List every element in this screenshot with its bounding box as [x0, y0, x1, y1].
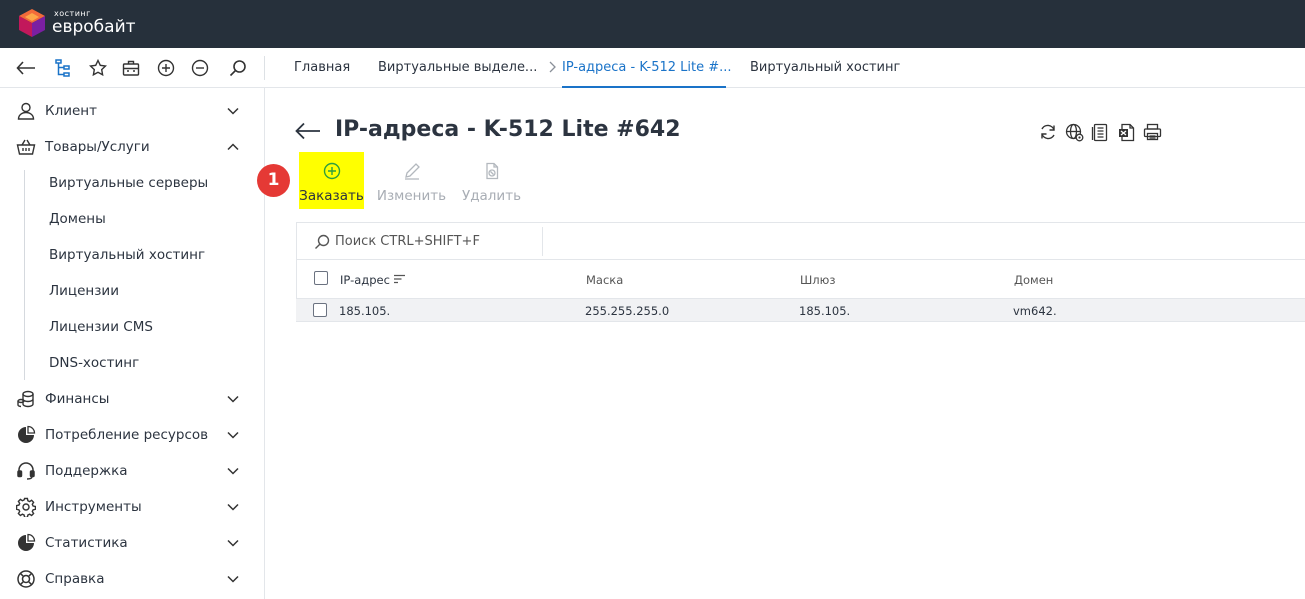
user-icon — [15, 100, 37, 122]
sidebar-item-label: Финансы — [45, 391, 110, 407]
stats-icon — [15, 532, 37, 554]
back-icon[interactable] — [15, 57, 37, 79]
sidebar-item-resource-usage[interactable]: Потребление ресурсов — [0, 417, 264, 453]
column-header-ip[interactable]: IP-адрес — [340, 273, 405, 287]
sidebar-item-label: Справка — [45, 571, 105, 587]
remove-circle-icon[interactable] — [189, 57, 211, 79]
excel-export-icon[interactable] — [1117, 122, 1137, 142]
delete-icon — [459, 162, 524, 180]
search-icon[interactable] — [227, 57, 249, 79]
logo[interactable]: хостинг евробайт — [18, 8, 136, 38]
edit-button[interactable]: Изменить — [374, 152, 449, 209]
briefcase-icon[interactable] — [120, 57, 142, 79]
select-all-checkbox[interactable] — [314, 271, 328, 285]
top-bar: хостинг евробайт — [0, 0, 1305, 48]
order-button[interactable]: Заказать — [299, 152, 364, 209]
delete-button-label: Удалить — [461, 188, 522, 204]
star-icon[interactable] — [87, 57, 109, 79]
order-button-label: Заказать — [299, 188, 364, 204]
logo-cube-icon — [18, 8, 46, 38]
sidebar-item-client[interactable]: Клиент — [0, 93, 264, 129]
sidebar-subitem-virtual-hosting[interactable]: Виртуальный хостинг — [49, 247, 205, 263]
tree-icon[interactable] — [53, 57, 75, 79]
chevron-down-icon — [224, 462, 242, 480]
chevron-up-icon — [224, 138, 242, 156]
submenu-line — [24, 170, 25, 380]
back-arrow-icon[interactable] — [295, 120, 321, 142]
sidebar-item-statistics[interactable]: Статистика — [0, 525, 264, 561]
cell-gateway: 185.105. — [799, 304, 851, 318]
lifebuoy-icon — [15, 568, 37, 590]
sidebar-item-tools[interactable]: Инструменты — [0, 489, 264, 525]
tab-ip-addresses[interactable]: IP-адреса - K-512 Lite #... — [562, 48, 732, 88]
sidebar-item-finance[interactable]: Финансы — [0, 381, 264, 417]
globe-settings-icon[interactable] — [1064, 122, 1084, 142]
column-header-mask[interactable]: Маска — [586, 273, 623, 287]
sidebar: Клиент Товары/Услуги Виртуальные серверы… — [0, 88, 265, 599]
tab-virtual-hosting[interactable]: Виртуальный хостинг — [750, 48, 900, 88]
main-content: IP-адреса - K-512 Lite #642 Заказать Изм… — [265, 88, 1305, 599]
cell-mask: 255.255.255.0 — [585, 304, 670, 318]
sidebar-subitem-virtual-servers[interactable]: Виртуальные серверы — [49, 175, 208, 191]
headset-icon — [15, 460, 37, 482]
document-list-icon[interactable] — [1090, 122, 1110, 142]
column-header-ip-label: IP-адрес — [340, 273, 390, 287]
chevron-down-icon — [224, 498, 242, 516]
table-row[interactable]: 185.105. 255.255.255.0 185.105. vm642. — [296, 298, 1305, 322]
table-header: IP-адрес Маска Шлюз Домен — [296, 259, 1305, 299]
sidebar-subitem-domains[interactable]: Домены — [49, 211, 106, 227]
sidebar-item-label: Товары/Услуги — [45, 139, 150, 155]
add-circle-icon[interactable] — [155, 57, 177, 79]
chevron-down-icon — [224, 102, 242, 120]
chevron-down-icon — [224, 426, 242, 444]
chevron-down-icon — [224, 570, 242, 588]
toolbar: Главная Виртуальные выделе... IP-адреса … — [0, 48, 1305, 88]
sidebar-item-label: Инструменты — [45, 499, 142, 515]
step-badge: 1 — [257, 164, 290, 197]
sidebar-subitem-dns-hosting[interactable]: DNS-хостинг — [49, 355, 139, 371]
toolbar-divider — [264, 56, 265, 80]
pencil-icon — [374, 162, 449, 180]
sidebar-subitem-cms-licenses[interactable]: Лицензии CMS — [49, 319, 153, 335]
search-input[interactable] — [335, 231, 535, 251]
add-circle-icon — [299, 162, 364, 180]
search-icon — [314, 234, 330, 250]
sidebar-item-label: Клиент — [45, 103, 97, 119]
sidebar-item-support[interactable]: Поддержка — [0, 453, 264, 489]
gear-icon — [15, 496, 37, 518]
tab-virtual-dedicated[interactable]: Виртуальные выделе... — [378, 48, 537, 88]
sidebar-item-label: Потребление ресурсов — [45, 427, 209, 443]
logo-big-text: евробайт — [52, 17, 136, 37]
coins-icon — [15, 388, 37, 410]
column-header-gateway[interactable]: Шлюз — [800, 273, 835, 287]
chevron-down-icon — [224, 534, 242, 552]
sidebar-item-products[interactable]: Товары/Услуги — [0, 129, 264, 165]
row-checkbox[interactable] — [313, 303, 327, 317]
basket-icon — [15, 136, 37, 158]
tab-home[interactable]: Главная — [294, 48, 350, 88]
cell-ip: 185.105. — [339, 304, 391, 318]
sidebar-item-label: Поддержка — [45, 463, 128, 479]
cell-domain: vm642. — [1013, 304, 1057, 318]
edit-button-label: Изменить — [376, 188, 447, 204]
sidebar-item-help[interactable]: Справка — [0, 561, 264, 597]
sidebar-subitem-licenses[interactable]: Лицензии — [49, 283, 119, 299]
print-icon[interactable] — [1142, 122, 1162, 142]
refresh-icon[interactable] — [1038, 122, 1058, 142]
page-title: IP-адреса - K-512 Lite #642 — [335, 117, 681, 142]
search-bar — [296, 222, 1305, 259]
sort-icon — [393, 273, 405, 287]
search-divider — [542, 227, 543, 256]
chevron-right-icon — [548, 61, 556, 76]
delete-button[interactable]: Удалить — [459, 152, 524, 209]
column-header-domain[interactable]: Домен — [1014, 273, 1053, 287]
pie-chart-icon — [15, 424, 37, 446]
chevron-down-icon — [224, 390, 242, 408]
sidebar-item-label: Статистика — [45, 535, 128, 551]
